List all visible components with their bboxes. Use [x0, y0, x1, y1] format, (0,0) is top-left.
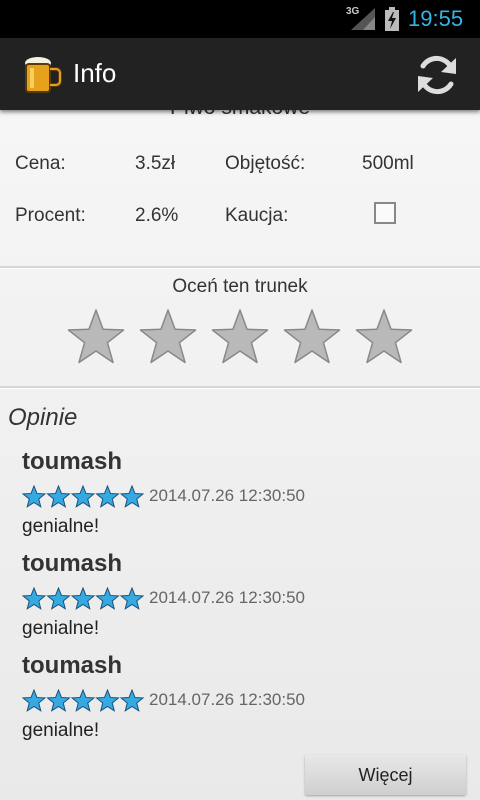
review-item: toumash 2014.07.26 12:30:50 genialne!	[22, 550, 462, 646]
price-label: Cena:	[15, 153, 66, 174]
review-star	[119, 689, 144, 712]
volume-label: Objętość:	[225, 153, 306, 174]
rate-label: Oceń ten trunek	[172, 276, 308, 297]
review-text: genialne!	[22, 618, 100, 639]
rate-star-5[interactable]	[354, 308, 414, 366]
review-item: toumash 2014.07.26 12:30:50 genialne!	[22, 652, 462, 748]
review-star	[119, 587, 144, 610]
deposit-label: Kaucja:	[225, 205, 289, 226]
review-star	[95, 485, 120, 508]
beer-mug-icon	[25, 57, 62, 93]
action-bar: Info	[0, 38, 480, 110]
reviews-heading: Opinie	[8, 404, 78, 431]
review-date: 2014.07.26 12:30:50	[149, 690, 305, 709]
review-user: toumash	[22, 448, 123, 475]
percent-label: Procent:	[15, 205, 86, 226]
volume-value: 500ml	[362, 153, 414, 174]
review-user: toumash	[22, 550, 123, 577]
review-date: 2014.07.26 12:30:50	[149, 588, 305, 607]
price-value: 3.5zł	[135, 153, 176, 174]
content-area[interactable]: Piwo smakowe Cena: 3.5zł Objętość: 500ml…	[0, 110, 480, 800]
more-button[interactable]: Więcej	[305, 755, 466, 795]
review-user: toumash	[22, 652, 123, 679]
review-star	[22, 485, 47, 508]
review-star	[46, 689, 71, 712]
review-star	[22, 689, 47, 712]
review-star	[95, 587, 120, 610]
review-text: genialne!	[22, 720, 100, 741]
review-stars	[22, 689, 144, 712]
review-star	[119, 485, 144, 508]
clock: 19:55	[408, 6, 464, 31]
rate-star-1[interactable]	[66, 308, 126, 366]
review-stars	[22, 587, 144, 610]
review-stars	[22, 485, 144, 508]
review-date: 2014.07.26 12:30:50	[149, 486, 305, 505]
rate-star-3[interactable]	[210, 308, 270, 366]
rate-star-4[interactable]	[282, 308, 342, 366]
beer-name: Piwo smakowe	[0, 110, 480, 120]
review-item: toumash 2014.07.26 12:30:50 genialne!	[22, 448, 462, 544]
review-star	[70, 587, 96, 610]
percent-value: 2.6%	[135, 205, 179, 226]
divider	[0, 386, 480, 389]
review-star	[70, 689, 96, 712]
review-text: genialne!	[22, 516, 100, 537]
review-star	[46, 587, 71, 610]
review-star	[70, 485, 96, 508]
rate-star-2[interactable]	[138, 308, 198, 366]
divider	[0, 266, 480, 269]
signal-icon	[351, 8, 375, 30]
review-star	[95, 689, 120, 712]
refresh-icon[interactable]	[414, 52, 460, 98]
review-star	[46, 485, 71, 508]
battery-charging-icon	[385, 7, 399, 31]
status-bar: 3G 19:55	[0, 0, 480, 38]
page-title: Info	[73, 58, 117, 88]
deposit-checkbox[interactable]	[374, 202, 396, 224]
review-star	[22, 587, 47, 610]
